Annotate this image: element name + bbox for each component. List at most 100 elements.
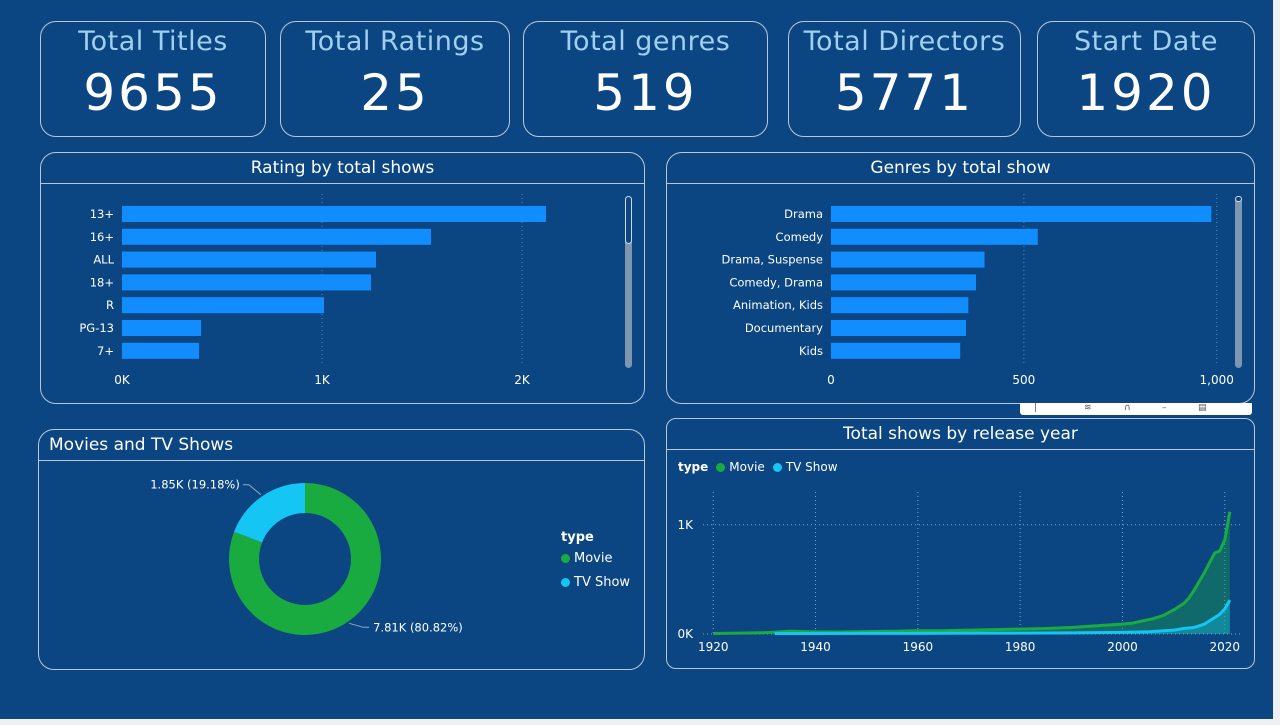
donut-data-label: 1.85K (19.18%) — [150, 478, 240, 492]
movie-legend-dot — [716, 462, 726, 472]
release-year-y-tick-label: 0K — [677, 627, 694, 641]
kpi-card-total-ratings[interactable]: Total Ratings 25 — [280, 21, 510, 137]
donut-slice-tv-show — [234, 483, 305, 543]
rating-scroll-thumb[interactable] — [625, 196, 632, 244]
pin-icon[interactable]: | — [1034, 403, 1037, 413]
donut-legend: type Movie TV Show — [561, 530, 630, 590]
donut-chart-panel[interactable]: Movies and TV Shows 7.81K (80.82%) 1.85K … — [38, 429, 645, 670]
release-year-legend: type Movie TV Show — [678, 460, 838, 474]
rating-category-label: ALL — [93, 253, 114, 267]
rating-category-label: R — [106, 298, 114, 312]
genres-bar — [831, 206, 1212, 222]
rating-chart-panel[interactable]: Rating by total shows 0K 1K 2K 13+ 16+ ALL 18+… — [40, 152, 645, 404]
release-year-x-tick-label: 1940 — [800, 640, 831, 654]
kpi-label: Total Ratings — [305, 26, 485, 57]
kpi-card-start-date[interactable]: Start Date 1920 — [1037, 21, 1255, 137]
release-year-chart-panel[interactable]: Total shows by release year type Movie T… — [666, 418, 1255, 669]
genres-category-label: Comedy, Drama — [729, 275, 823, 289]
release-year-x-tick-label: 1980 — [1005, 640, 1036, 654]
more-options-icon[interactable]: – — [1162, 403, 1167, 413]
genres-x-tick-label: 0 — [827, 373, 835, 387]
movie-legend-dot — [561, 554, 570, 563]
rating-bar — [122, 206, 546, 222]
genres-x-tick-label: 500 — [1012, 373, 1035, 387]
kpi-label: Start Date — [1073, 26, 1219, 57]
release-year-x-tick-label: 1920 — [698, 640, 729, 654]
donut-legend-label: TV Show — [574, 575, 631, 590]
release-year-y-tick-label: 1K — [677, 518, 694, 532]
rating-x-tick-label: 1K — [314, 373, 331, 387]
kpi-label: Total genres — [560, 26, 731, 57]
genres-bar — [831, 274, 977, 291]
kpi-value: 5771 — [834, 64, 975, 122]
filter-icon[interactable]: ∩ — [1124, 403, 1131, 413]
genres-bar — [831, 297, 969, 314]
rating-category-label: 18+ — [90, 275, 114, 289]
donut-legend-item-movie[interactable]: Movie — [561, 551, 630, 566]
kpi-card-total-directors[interactable]: Total Directors 5771 — [788, 21, 1021, 137]
genres-bar — [831, 342, 961, 359]
focus-mode-icon[interactable]: ▤ — [1198, 403, 1207, 413]
rating-category-label: 16+ — [90, 230, 114, 244]
genres-scroll-thumb[interactable] — [1235, 196, 1242, 202]
donut-legend-label: Movie — [574, 551, 613, 566]
genres-chart-panel[interactable]: Genres by total show 0 500 1,000 Drama Comed… — [666, 152, 1255, 404]
release-year-chart-title: Total shows by release year — [667, 419, 1254, 450]
rating-bar — [122, 342, 199, 359]
genres-category-label: Animation, Kids — [733, 298, 823, 312]
release-year-area-chart: 1920 1940 1960 1980 2000 2020 0K 1K — [677, 492, 1241, 654]
genres-x-tick-label: 1,000 — [1200, 373, 1234, 387]
rating-category-label: 7+ — [97, 344, 114, 358]
release-year-legend-label: TV Show — [785, 460, 838, 474]
rating-bar — [122, 297, 324, 314]
genres-category-label: Kids — [799, 344, 823, 358]
donut-legend-item-tv-show[interactable]: TV Show — [561, 575, 630, 590]
rating-chart-title: Rating by total shows — [41, 153, 644, 184]
kpi-card-total-titles[interactable]: Total Titles 9655 — [40, 21, 266, 137]
rating-scrollbar[interactable] — [625, 196, 632, 368]
genres-category-label: Drama — [784, 207, 823, 221]
rating-bar — [122, 320, 201, 336]
rating-category-label: PG-13 — [79, 321, 114, 335]
release-year-legend-label: Movie — [729, 460, 765, 474]
kpi-value: 25 — [360, 64, 430, 122]
donut-leader-line — [242, 484, 262, 496]
window-right-edge — [1273, 0, 1280, 725]
donut-chart-title: Movies and TV Shows — [39, 430, 644, 461]
kpi-value: 1920 — [1076, 64, 1216, 122]
genres-bar-chart: 0 500 1,000 Drama Comedy Drama, Suspense Comed… — [721, 194, 1234, 387]
kpi-value: 519 — [593, 64, 698, 122]
genres-chart-title: Genres by total show — [667, 153, 1254, 184]
donut-leader-line — [349, 622, 370, 628]
genres-bar — [831, 228, 1038, 245]
genres-bar — [831, 251, 985, 268]
rating-x-tick-label: 0K — [114, 373, 131, 387]
genres-category-label: Comedy — [776, 230, 824, 244]
tv-show-legend-dot — [772, 462, 782, 472]
kpi-card-total-genres[interactable]: Total genres 519 — [523, 21, 768, 137]
release-year-x-tick-label: 2000 — [1107, 640, 1138, 654]
visual-header-toolbar: | ≋ ∩ – ▤ — [1020, 403, 1252, 415]
rating-bar-chart: 0K 1K 2K 13+ 16+ ALL 18+ R PG-13 7+ — [79, 194, 546, 387]
kpi-value: 9655 — [83, 64, 223, 122]
release-year-legend-title: type — [678, 460, 709, 474]
rating-x-tick-label: 2K — [514, 373, 531, 387]
rating-bar — [122, 251, 376, 268]
release-year-area-movie — [713, 511, 1230, 634]
genres-scrollbar[interactable] — [1235, 196, 1242, 368]
genres-bar — [831, 320, 966, 336]
release-year-x-tick-label: 2020 — [1209, 640, 1240, 654]
release-year-legend-item-movie[interactable]: Movie — [716, 460, 765, 474]
rating-bar — [122, 228, 431, 245]
genres-category-label: Documentary — [745, 321, 823, 335]
kpi-label: Total Titles — [78, 26, 228, 57]
donut-data-label: 7.81K (80.82%) — [373, 620, 463, 634]
donut-legend-title: type — [561, 530, 594, 545]
tv-show-legend-dot — [561, 578, 570, 587]
release-year-legend-item-tv-show[interactable]: TV Show — [772, 460, 838, 474]
rating-category-label: 13+ — [90, 207, 114, 221]
analytics-icon[interactable]: ≋ — [1084, 403, 1092, 413]
release-year-x-tick-label: 1960 — [903, 640, 934, 654]
window-bottom-edge — [0, 719, 1280, 725]
movies-tv-donut-chart: 7.81K (80.82%) 1.85K (19.18%) — [150, 478, 463, 635]
